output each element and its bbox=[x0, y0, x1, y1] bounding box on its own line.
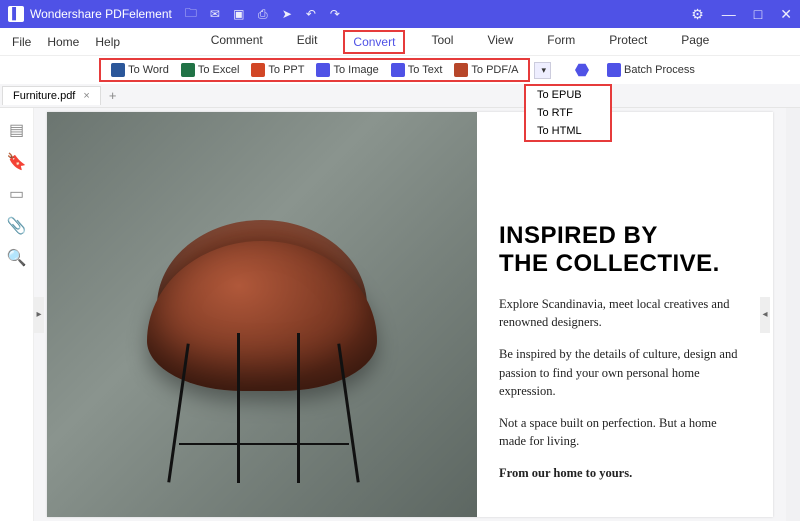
collapse-right-handle[interactable]: ◂ bbox=[760, 297, 770, 333]
page-paragraph-3: Not a space built on perfection. But a h… bbox=[499, 414, 745, 450]
excel-icon bbox=[181, 63, 195, 77]
text-icon bbox=[391, 63, 405, 77]
chevron-down-icon: ▾ bbox=[541, 65, 546, 76]
to-epub-item[interactable]: To EPUB bbox=[526, 86, 610, 104]
to-word-button[interactable]: To Word bbox=[105, 61, 175, 79]
to-excel-button[interactable]: To Excel bbox=[175, 61, 246, 79]
page-image bbox=[47, 112, 477, 517]
tab-page[interactable]: Page bbox=[673, 30, 717, 54]
to-text-label: To Text bbox=[408, 64, 443, 76]
close-tab-icon[interactable]: × bbox=[83, 90, 89, 102]
ppt-icon bbox=[251, 63, 265, 77]
tab-form[interactable]: Form bbox=[539, 30, 583, 54]
batch-icon bbox=[607, 63, 621, 77]
to-html-label: To HTML bbox=[537, 125, 582, 137]
attachment-icon[interactable]: 📎 bbox=[9, 218, 25, 234]
tab-comment[interactable]: Comment bbox=[203, 30, 271, 54]
menu-file[interactable]: File bbox=[12, 35, 31, 49]
titlebar: ▌ Wondershare PDFelement 🗀 ✉ ▣ ⎙ ➤ ↶ ↷ ⚙… bbox=[0, 0, 800, 28]
convert-toolbar: To Word To Excel To PPT To Image To Text… bbox=[0, 56, 800, 84]
to-pdfa-button[interactable]: To PDF/A bbox=[448, 61, 524, 79]
print-icon[interactable]: ⎙ bbox=[256, 7, 270, 21]
thumbnails-icon[interactable]: ▤ bbox=[9, 122, 25, 138]
mail-icon[interactable]: ✉ bbox=[208, 7, 222, 21]
hex-tool-button[interactable] bbox=[569, 61, 595, 79]
collapse-left-handle[interactable]: ▸ bbox=[34, 297, 44, 333]
heading-line2: THE COLLECTIVE. bbox=[499, 250, 720, 277]
app-logo-icon: ▌ bbox=[8, 6, 24, 22]
bookmark-icon[interactable]: 🔖 bbox=[9, 154, 25, 170]
window-controls: ⚙ — □ ✕ bbox=[691, 7, 792, 21]
workspace: ▤ 🔖 ▭ 📎 🔍 ▸ INSPIRED BY THE COLLECTIVE. bbox=[0, 108, 800, 521]
to-pdfa-label: To PDF/A bbox=[471, 64, 518, 76]
maximize-button[interactable]: □ bbox=[754, 7, 762, 21]
to-ppt-button[interactable]: To PPT bbox=[245, 61, 310, 79]
word-icon bbox=[111, 63, 125, 77]
undo-icon[interactable]: ↶ bbox=[304, 7, 318, 21]
batch-process-button[interactable]: Batch Process bbox=[601, 61, 701, 79]
document-tab-label: Furniture.pdf bbox=[13, 90, 75, 102]
menu-home[interactable]: Home bbox=[47, 35, 79, 49]
comment-panel-icon[interactable]: ▭ bbox=[9, 186, 25, 202]
document-tab[interactable]: Furniture.pdf × bbox=[2, 86, 101, 105]
page-paragraph-4: From our home to yours. bbox=[499, 464, 745, 482]
close-button[interactable]: ✕ bbox=[780, 7, 792, 21]
to-rtf-item[interactable]: To RTF bbox=[526, 104, 610, 122]
left-sidebar: ▤ 🔖 ▭ 📎 🔍 bbox=[0, 108, 34, 521]
hex-icon bbox=[575, 63, 589, 77]
convert-more-dropdown: To EPUB To RTF To HTML bbox=[524, 84, 612, 142]
vertical-scrollbar[interactable] bbox=[786, 108, 800, 521]
to-ppt-label: To PPT bbox=[268, 64, 304, 76]
page-heading: INSPIRED BY THE COLLECTIVE. bbox=[499, 222, 745, 277]
chair-illustration bbox=[107, 163, 417, 483]
to-html-item[interactable]: To HTML bbox=[526, 122, 610, 140]
page-paragraph-2: Be inspired by the details of culture, d… bbox=[499, 345, 745, 399]
send-icon[interactable]: ➤ bbox=[280, 7, 294, 21]
tab-protect[interactable]: Protect bbox=[601, 30, 655, 54]
minimize-button[interactable]: — bbox=[722, 7, 736, 21]
to-epub-label: To EPUB bbox=[537, 89, 582, 101]
menu-help[interactable]: Help bbox=[95, 35, 120, 49]
document-canvas[interactable]: ▸ INSPIRED BY THE COLLECTIVE. Explore Sc… bbox=[34, 108, 786, 521]
heading-line1: INSPIRED BY bbox=[499, 222, 658, 249]
redo-icon[interactable]: ↷ bbox=[328, 7, 342, 21]
to-rtf-label: To RTF bbox=[537, 107, 573, 119]
save-icon[interactable]: ▣ bbox=[232, 7, 246, 21]
pdfa-icon bbox=[454, 63, 468, 77]
pdf-page: INSPIRED BY THE COLLECTIVE. Explore Scan… bbox=[47, 112, 773, 517]
settings-icon[interactable]: ⚙ bbox=[691, 7, 704, 21]
tab-convert[interactable]: Convert bbox=[343, 30, 405, 54]
page-paragraph-1: Explore Scandinavia, meet local creative… bbox=[499, 295, 745, 331]
to-excel-label: To Excel bbox=[198, 64, 240, 76]
menubar: File Home Help Comment Edit Convert Tool… bbox=[0, 28, 800, 56]
quick-access-toolbar: 🗀 ✉ ▣ ⎙ ➤ ↶ ↷ bbox=[184, 7, 342, 21]
to-word-label: To Word bbox=[128, 64, 169, 76]
batch-label: Batch Process bbox=[624, 64, 695, 76]
to-image-button[interactable]: To Image bbox=[310, 61, 384, 79]
tab-tool[interactable]: Tool bbox=[423, 30, 461, 54]
tab-edit[interactable]: Edit bbox=[289, 30, 326, 54]
tab-view[interactable]: View bbox=[479, 30, 521, 54]
add-tab-button[interactable]: + bbox=[109, 88, 117, 103]
page-text-column: INSPIRED BY THE COLLECTIVE. Explore Scan… bbox=[477, 112, 773, 517]
to-image-label: To Image bbox=[333, 64, 378, 76]
more-convert-button[interactable]: ▾ bbox=[534, 62, 551, 79]
search-icon[interactable]: 🔍 bbox=[9, 250, 25, 266]
folder-icon[interactable]: 🗀 bbox=[184, 7, 198, 21]
to-text-button[interactable]: To Text bbox=[385, 61, 449, 79]
image-icon bbox=[316, 63, 330, 77]
convert-tool-group: To Word To Excel To PPT To Image To Text… bbox=[99, 58, 530, 82]
app-title: Wondershare PDFelement bbox=[30, 7, 172, 21]
document-tabbar: Furniture.pdf × + bbox=[0, 84, 800, 108]
